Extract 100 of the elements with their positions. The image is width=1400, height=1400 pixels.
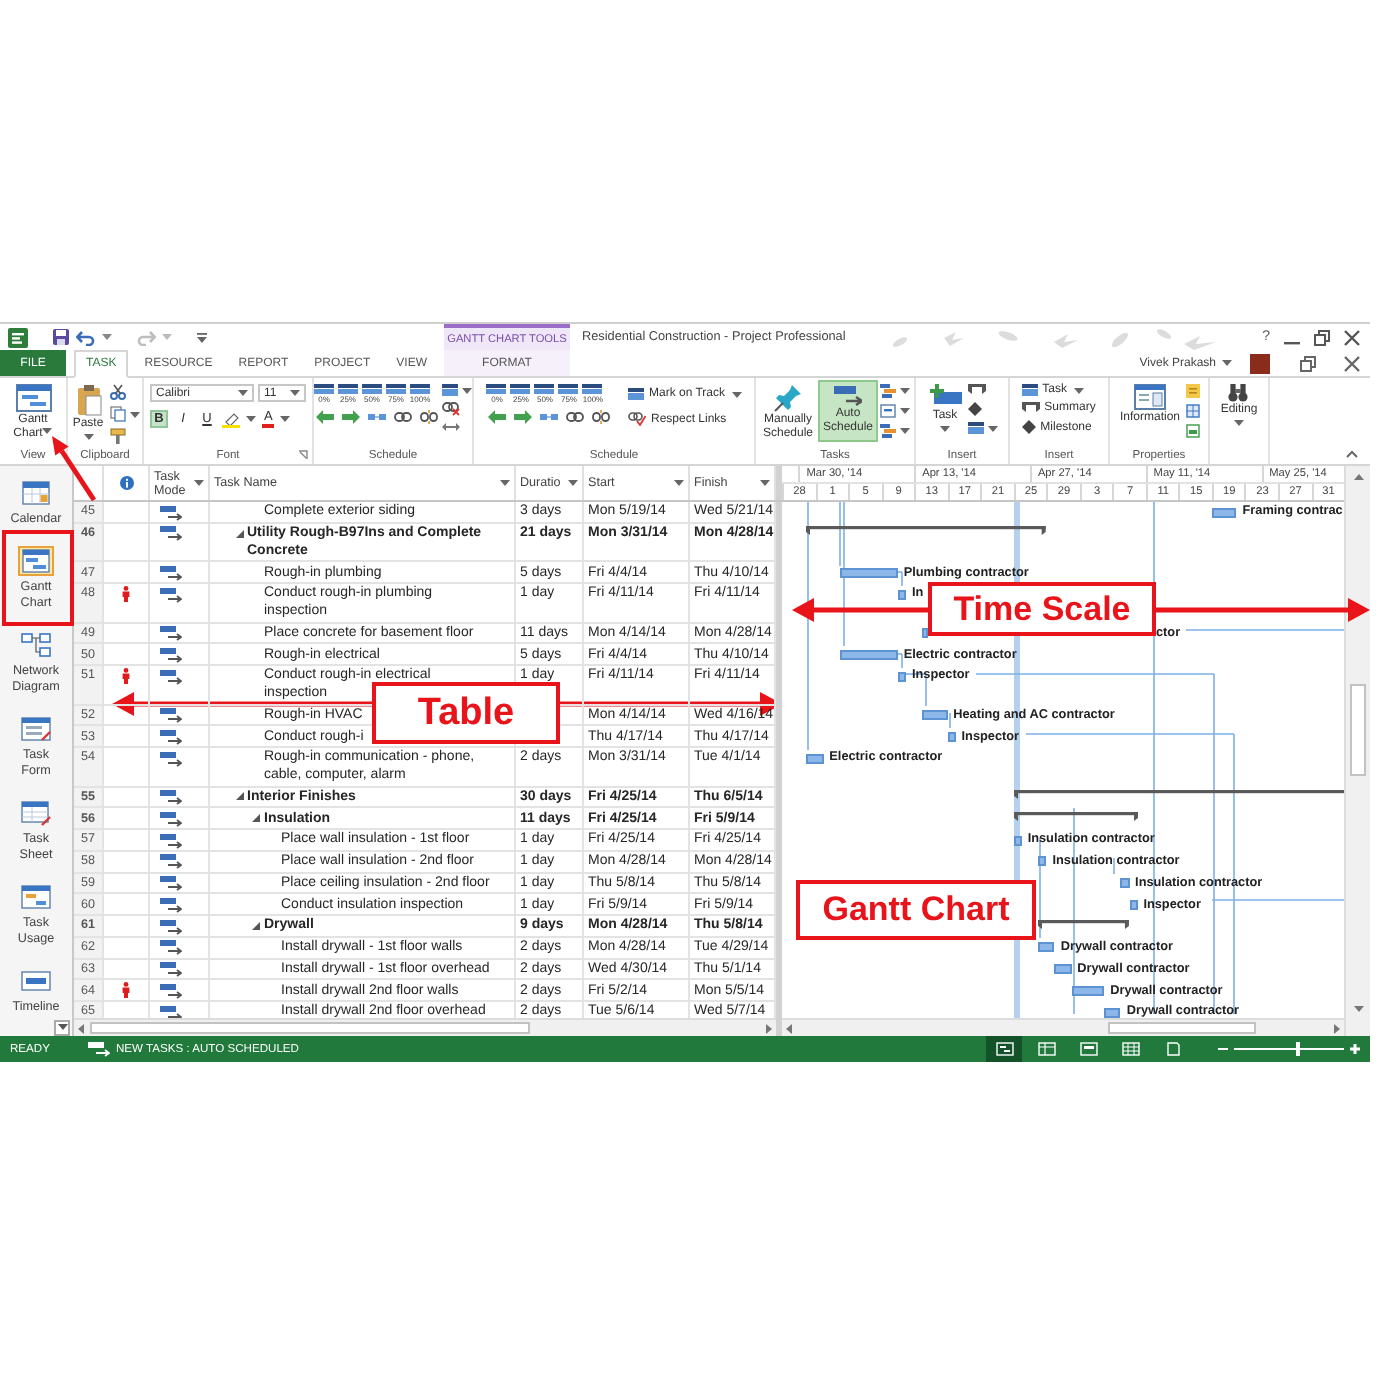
task-bar[interactable] <box>839 567 898 578</box>
caret-icon <box>940 426 950 432</box>
grid-icon[interactable] <box>1186 404 1200 418</box>
diamond-icon[interactable] <box>967 402 981 416</box>
plus-icon[interactable] <box>1350 1044 1360 1054</box>
chain-icon[interactable] <box>566 412 585 422</box>
gantt-chart-icon <box>15 384 51 412</box>
timeline-icon[interactable] <box>1186 424 1200 438</box>
undo-icon[interactable] <box>76 329 96 345</box>
summary-bracket[interactable] <box>806 526 1047 537</box>
progress-bar-icon <box>582 384 603 394</box>
task-bar[interactable] <box>947 731 956 742</box>
caret-down-icon <box>1353 1006 1363 1012</box>
caret-icon <box>1222 360 1232 366</box>
caret-icon <box>238 390 248 396</box>
caret-icon <box>900 428 910 434</box>
caret-icon <box>162 334 172 340</box>
bar-icon[interactable] <box>967 422 983 434</box>
arrow-right-icon[interactable] <box>342 410 360 424</box>
task-bar[interactable] <box>1104 1007 1121 1017</box>
vertical-scrollbar[interactable] <box>1344 466 1370 1036</box>
scroll-down-button[interactable] <box>54 1019 70 1035</box>
panel-icon <box>1079 1042 1097 1056</box>
chain-cross-icon[interactable] <box>442 402 460 416</box>
bracket-icon[interactable] <box>967 384 985 396</box>
task-bar[interactable] <box>897 671 906 681</box>
caret-icon <box>1073 387 1083 393</box>
task-bar[interactable] <box>1013 835 1022 845</box>
panel-icon[interactable] <box>880 404 896 418</box>
task-bar[interactable] <box>839 649 898 660</box>
horizontal-scrollbar[interactable] <box>74 1018 776 1036</box>
chain-check-icon <box>628 412 647 426</box>
task-bar[interactable] <box>1038 942 1055 953</box>
task-bar[interactable] <box>897 589 906 599</box>
view-shortcut-button[interactable] <box>986 1036 1022 1062</box>
bar-icon <box>628 388 645 400</box>
bar-arrow-icon <box>87 1041 110 1057</box>
split-icon[interactable] <box>368 412 386 422</box>
slider-thumb[interactable] <box>1295 1042 1300 1056</box>
copy-icon[interactable] <box>109 406 126 422</box>
gantt-chart-icon <box>995 1042 1013 1056</box>
caret-icon <box>731 391 741 397</box>
triangle-icon[interactable] <box>252 921 260 930</box>
callout: Gantt Chart <box>796 880 1036 940</box>
task-bar[interactable] <box>1211 507 1237 517</box>
close-icon[interactable] <box>1344 355 1360 371</box>
bar-icon[interactable] <box>442 384 458 396</box>
arrow-right-icon[interactable] <box>514 410 533 424</box>
split-icon[interactable] <box>540 412 559 422</box>
grid-icon <box>1037 1042 1055 1056</box>
callout: Table <box>372 682 560 744</box>
progress-bar-icon <box>386 384 406 394</box>
bar-arrow-icon <box>834 384 862 406</box>
bracket-icon <box>1022 402 1041 414</box>
caret-icon <box>290 390 300 396</box>
scrollbar-thumb[interactable] <box>1350 684 1366 776</box>
scrollbar-thumb[interactable] <box>1108 1022 1256 1034</box>
customize-icon[interactable] <box>196 331 208 343</box>
caret-icon <box>83 434 93 440</box>
bar-icon <box>1022 384 1039 396</box>
arrow-left-icon[interactable] <box>488 410 507 424</box>
caret-right-icon <box>766 1023 772 1033</box>
close-icon[interactable] <box>1344 329 1360 345</box>
double-arrow-icon[interactable] <box>442 422 460 432</box>
task-bar[interactable] <box>806 753 824 763</box>
minus-icon[interactable] <box>1218 1047 1228 1051</box>
progress-bar-icon <box>410 384 430 394</box>
progress-bar-icon <box>338 384 358 394</box>
scrollbar-thumb[interactable] <box>90 1022 530 1034</box>
summary-bracket[interactable] <box>1013 790 1344 800</box>
caret-right-icon <box>1334 1023 1340 1033</box>
highlighter-icon[interactable] <box>222 411 240 427</box>
task-bar[interactable] <box>1129 899 1138 910</box>
summary-bracket[interactable] <box>1013 811 1138 822</box>
launcher-icon[interactable] <box>298 450 308 460</box>
chain-icon[interactable] <box>394 412 412 422</box>
summary-bracket[interactable] <box>1038 919 1130 929</box>
window-icon <box>1133 384 1166 410</box>
caret-icon <box>500 480 510 486</box>
task-bar[interactable] <box>1038 856 1047 867</box>
caret-left-icon <box>78 1023 84 1033</box>
brush-icon[interactable] <box>109 428 126 444</box>
caret-up-icon <box>1353 474 1363 480</box>
save-icon[interactable] <box>52 328 70 346</box>
horizontal-scrollbar[interactable] <box>782 1018 1344 1036</box>
bars-icon[interactable] <box>880 384 896 398</box>
info-icon <box>119 476 133 490</box>
caret-up-icon[interactable] <box>1346 450 1358 458</box>
bars-icon[interactable] <box>880 424 896 438</box>
task-bar[interactable] <box>1071 985 1105 996</box>
triangle-icon[interactable] <box>252 814 260 822</box>
caret-icon <box>674 480 684 486</box>
broken-chain-icon[interactable] <box>592 410 611 424</box>
arrow-left-icon[interactable] <box>316 410 334 424</box>
scissors-icon[interactable] <box>109 384 126 400</box>
triangle-icon[interactable] <box>235 529 243 537</box>
caret-icon <box>42 428 53 435</box>
caret-icon <box>57 1024 67 1030</box>
triangle-icon[interactable] <box>235 792 243 801</box>
broken-chain-icon[interactable] <box>420 410 438 424</box>
